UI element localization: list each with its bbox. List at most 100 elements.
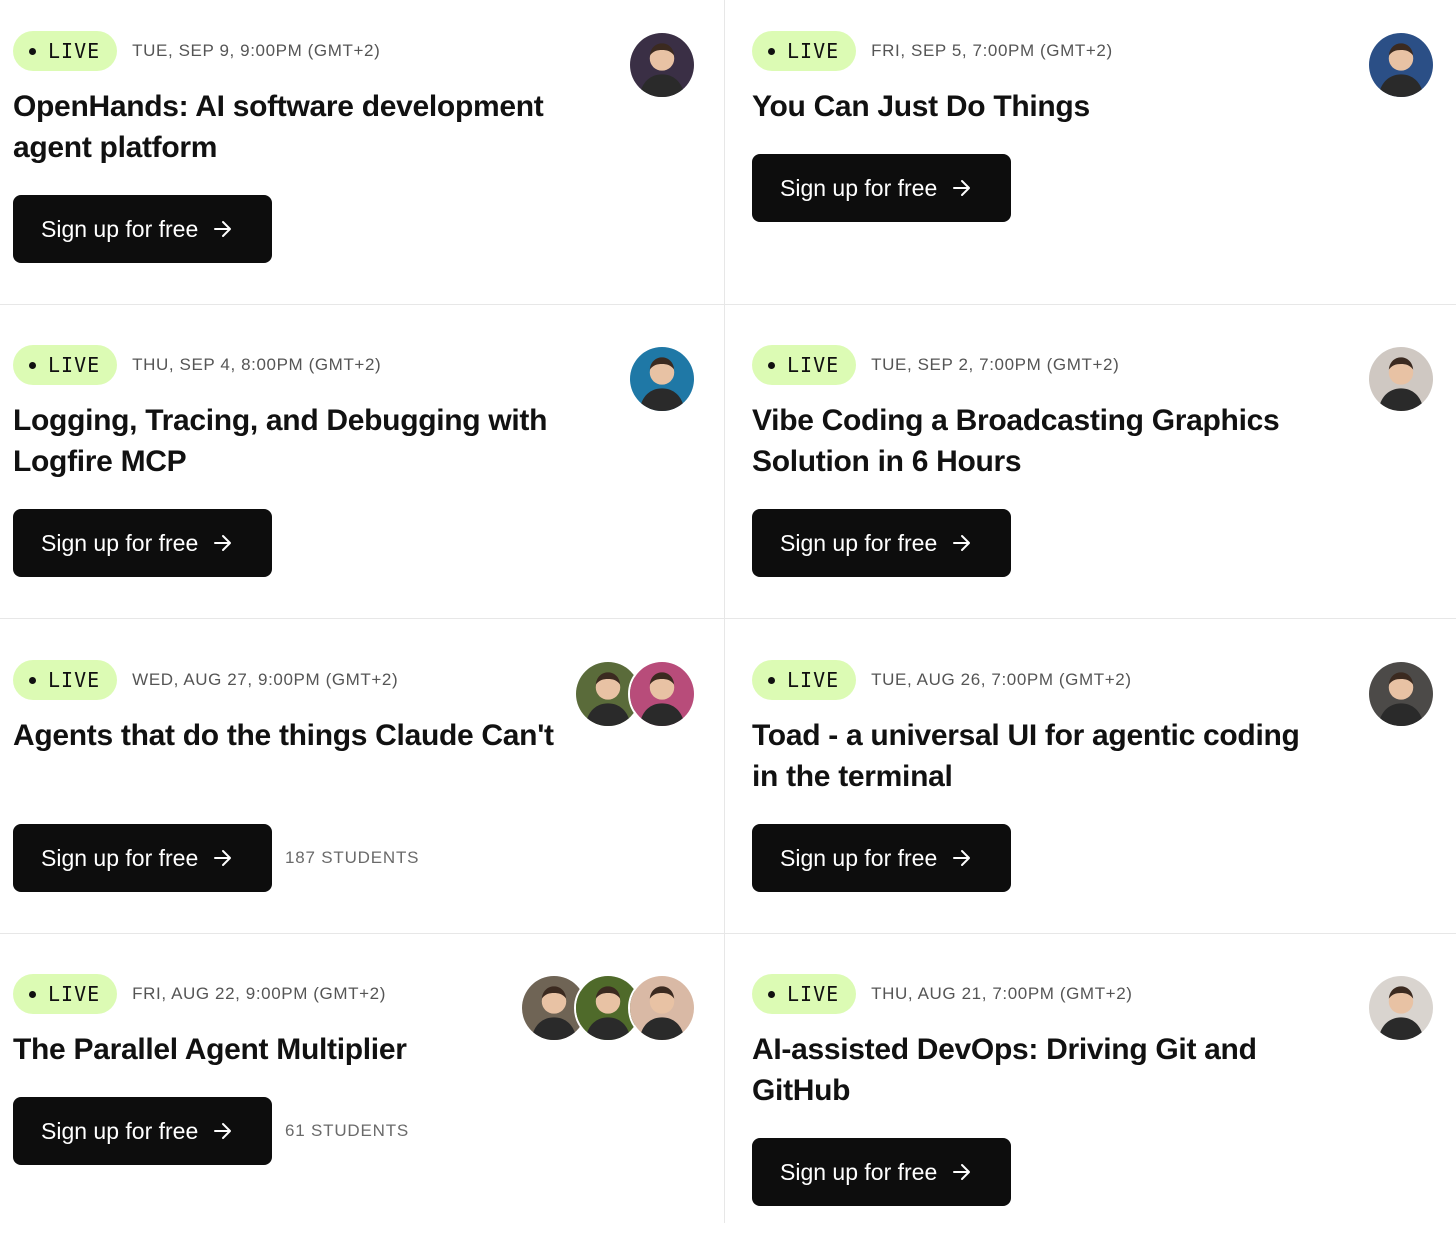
live-label: LIVE — [48, 668, 101, 692]
sign-up-button[interactable]: Sign up for free — [752, 154, 1011, 222]
host-avatar[interactable] — [1367, 660, 1435, 728]
event-meta: LIVE THU, SEP 4, 8:00PM (GMT+2) — [13, 345, 381, 385]
live-badge: LIVE — [13, 345, 118, 385]
live-badge: LIVE — [752, 974, 857, 1014]
host-avatar[interactable] — [1367, 974, 1435, 1042]
webinar-grid: LIVE TUE, SEP 9, 9:00PM (GMT+2) OpenHands:… — [0, 0, 1456, 1223]
host-avatars — [1367, 345, 1435, 413]
event-card: LIVE TUE, AUG 26, 7:00PM (GMT+2) Toad - a … — [739, 629, 1456, 943]
arrow-right-icon — [212, 1120, 234, 1142]
column-divider — [724, 0, 725, 1223]
event-title[interactable]: Toad - a universal UI for agentic coding… — [752, 715, 1312, 797]
event-date: TUE, SEP 2, 7:00PM (GMT+2) — [871, 355, 1120, 374]
sign-up-label: Sign up for free — [780, 844, 938, 871]
host-avatar[interactable] — [628, 974, 696, 1042]
live-dot-icon — [29, 361, 36, 369]
event-meta: LIVE TUE, AUG 26, 7:00PM (GMT+2) — [752, 660, 1132, 700]
event-meta: LIVE TUE, SEP 9, 9:00PM (GMT+2) — [13, 31, 380, 71]
arrow-right-icon — [951, 177, 973, 199]
host-avatar[interactable] — [1367, 345, 1435, 413]
student-count: 61 STUDENTS — [285, 1121, 410, 1140]
event-date: TUE, SEP 9, 9:00PM (GMT+2) — [132, 41, 381, 60]
sign-up-button[interactable]: Sign up for free — [13, 824, 272, 892]
live-dot-icon — [29, 990, 36, 998]
event-card: LIVE THU, SEP 4, 8:00PM (GMT+2) Logging, T… — [0, 314, 724, 628]
sign-up-label: Sign up for free — [41, 844, 199, 871]
host-avatars — [1367, 31, 1435, 99]
sign-up-label: Sign up for free — [41, 1117, 199, 1144]
sign-up-button[interactable]: Sign up for free — [13, 1097, 272, 1165]
sign-up-button[interactable]: Sign up for free — [752, 824, 1011, 892]
live-badge: LIVE — [752, 31, 857, 71]
live-dot-icon — [29, 676, 36, 684]
live-badge: LIVE — [13, 660, 118, 700]
event-title[interactable]: Logging, Tracing, and Debugging with Log… — [13, 400, 573, 482]
host-avatars — [1367, 974, 1435, 1042]
host-avatars — [628, 345, 696, 413]
live-badge: LIVE — [13, 31, 118, 71]
live-dot-icon — [768, 47, 775, 55]
arrow-right-icon — [212, 847, 234, 869]
live-dot-icon — [29, 47, 36, 55]
event-title[interactable]: AI-assisted DevOps: Driving Git and GitH… — [752, 1029, 1312, 1111]
live-dot-icon — [768, 676, 775, 684]
live-label: LIVE — [48, 39, 101, 63]
host-avatars — [574, 660, 696, 728]
event-title[interactable]: You Can Just Do Things — [752, 86, 1312, 127]
host-avatar[interactable] — [628, 345, 696, 413]
live-label: LIVE — [787, 39, 840, 63]
event-title[interactable]: OpenHands: AI software development agent… — [13, 86, 573, 168]
sign-up-label: Sign up for free — [41, 215, 199, 242]
live-dot-icon — [768, 361, 775, 369]
arrow-right-icon — [212, 532, 234, 554]
live-label: LIVE — [787, 353, 840, 377]
host-avatars — [520, 974, 696, 1042]
sign-up-button[interactable]: Sign up for free — [13, 195, 272, 263]
event-meta: LIVE THU, AUG 21, 7:00PM (GMT+2) — [752, 974, 1133, 1014]
sign-up-button[interactable]: Sign up for free — [752, 509, 1011, 577]
host-avatars — [628, 31, 696, 99]
live-label: LIVE — [48, 353, 101, 377]
live-badge: LIVE — [752, 660, 857, 700]
event-card: LIVE WED, AUG 27, 9:00PM (GMT+2) Agents th… — [0, 629, 724, 943]
event-card: LIVE FRI, AUG 22, 9:00PM (GMT+2) The Paral… — [0, 943, 724, 1257]
event-meta: LIVE WED, AUG 27, 9:00PM (GMT+2) — [13, 660, 398, 700]
live-label: LIVE — [48, 982, 101, 1006]
event-card: LIVE FRI, SEP 5, 7:00PM (GMT+2) You Can Ju… — [739, 0, 1456, 314]
sign-up-label: Sign up for free — [41, 529, 199, 556]
arrow-right-icon — [212, 218, 234, 240]
event-date: WED, AUG 27, 9:00PM (GMT+2) — [132, 670, 399, 689]
live-label: LIVE — [787, 982, 840, 1006]
event-date: FRI, SEP 5, 7:00PM (GMT+2) — [871, 41, 1113, 60]
event-title[interactable]: The Parallel Agent Multiplier — [13, 1029, 573, 1070]
event-card: LIVE THU, AUG 21, 7:00PM (GMT+2) AI-assist… — [739, 943, 1456, 1257]
sign-up-button[interactable]: Sign up for free — [13, 509, 272, 577]
host-avatar[interactable] — [628, 660, 696, 728]
sign-up-button[interactable]: Sign up for free — [752, 1138, 1011, 1206]
event-meta: LIVE FRI, AUG 22, 9:00PM (GMT+2) — [13, 974, 386, 1014]
event-meta: LIVE FRI, SEP 5, 7:00PM (GMT+2) — [752, 31, 1113, 71]
host-avatars — [1367, 660, 1435, 728]
event-meta: LIVE TUE, SEP 2, 7:00PM (GMT+2) — [752, 345, 1119, 385]
student-count: 187 STUDENTS — [285, 848, 420, 867]
arrow-right-icon — [951, 847, 973, 869]
sign-up-label: Sign up for free — [780, 529, 938, 556]
host-avatar[interactable] — [628, 31, 696, 99]
event-date: TUE, AUG 26, 7:00PM (GMT+2) — [871, 670, 1132, 689]
host-avatar[interactable] — [1367, 31, 1435, 99]
event-card: LIVE TUE, SEP 9, 9:00PM (GMT+2) OpenHands:… — [0, 0, 724, 314]
event-date: FRI, AUG 22, 9:00PM (GMT+2) — [132, 984, 386, 1003]
live-badge: LIVE — [752, 345, 857, 385]
event-title[interactable]: Agents that do the things Claude Can't — [13, 715, 573, 756]
live-label: LIVE — [787, 668, 840, 692]
event-title[interactable]: Vibe Coding a Broadcasting Graphics Solu… — [752, 400, 1312, 482]
event-date: THU, AUG 21, 7:00PM (GMT+2) — [871, 984, 1133, 1003]
arrow-right-icon — [951, 1161, 973, 1183]
event-card: LIVE TUE, SEP 2, 7:00PM (GMT+2) Vibe Codin… — [739, 314, 1456, 628]
live-badge: LIVE — [13, 974, 118, 1014]
arrow-right-icon — [951, 532, 973, 554]
event-date: THU, SEP 4, 8:00PM (GMT+2) — [132, 355, 382, 374]
sign-up-label: Sign up for free — [780, 174, 938, 201]
sign-up-label: Sign up for free — [780, 1158, 938, 1185]
live-dot-icon — [768, 990, 775, 998]
